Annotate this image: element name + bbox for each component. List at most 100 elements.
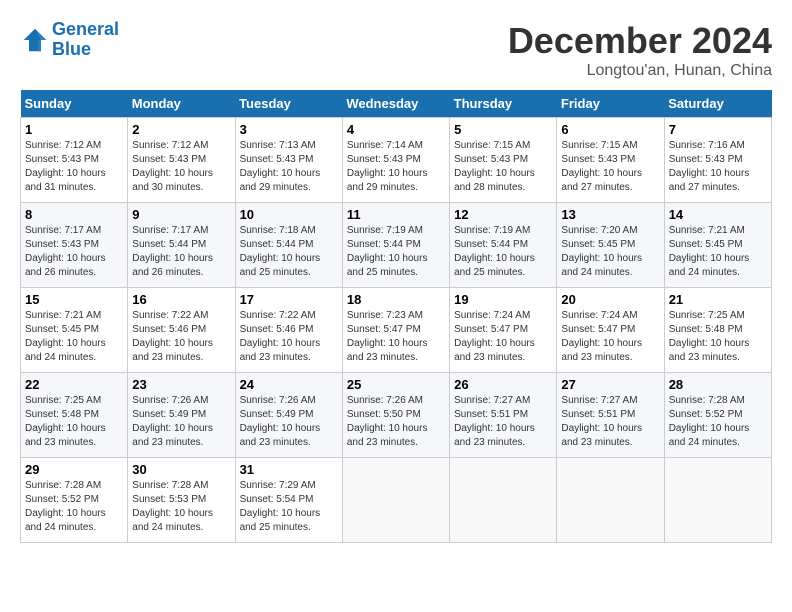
calendar-header-row: SundayMondayTuesdayWednesdayThursdayFrid… bbox=[21, 90, 772, 118]
day-info: Sunrise: 7:19 AM Sunset: 5:44 PM Dayligh… bbox=[347, 224, 445, 280]
day-info: Sunrise: 7:19 AM Sunset: 5:44 PM Dayligh… bbox=[454, 224, 552, 280]
daylight-minutes: and 29 minutes. bbox=[240, 182, 311, 193]
weekday-header: Wednesday bbox=[342, 90, 449, 118]
daylight-label: Daylight: 10 hours bbox=[454, 168, 535, 179]
daylight-minutes: and 23 minutes. bbox=[240, 437, 311, 448]
daylight-minutes: and 23 minutes. bbox=[132, 437, 203, 448]
daylight-minutes: and 23 minutes. bbox=[454, 437, 525, 448]
sunset-label: Sunset: 5:43 PM bbox=[132, 154, 206, 165]
calendar-week-row: 1 Sunrise: 7:12 AM Sunset: 5:43 PM Dayli… bbox=[21, 118, 772, 203]
day-info: Sunrise: 7:23 AM Sunset: 5:47 PM Dayligh… bbox=[347, 309, 445, 365]
sunset-label: Sunset: 5:45 PM bbox=[561, 239, 635, 250]
calendar-cell: 17 Sunrise: 7:22 AM Sunset: 5:46 PM Dayl… bbox=[235, 288, 342, 373]
day-info: Sunrise: 7:21 AM Sunset: 5:45 PM Dayligh… bbox=[25, 309, 123, 365]
calendar-cell: 2 Sunrise: 7:12 AM Sunset: 5:43 PM Dayli… bbox=[128, 118, 235, 203]
sunset-label: Sunset: 5:46 PM bbox=[132, 324, 206, 335]
sunset-label: Sunset: 5:44 PM bbox=[454, 239, 528, 250]
day-number: 10 bbox=[240, 207, 338, 222]
sunset-label: Sunset: 5:51 PM bbox=[454, 409, 528, 420]
daylight-label: Daylight: 10 hours bbox=[561, 168, 642, 179]
calendar-cell: 19 Sunrise: 7:24 AM Sunset: 5:47 PM Dayl… bbox=[450, 288, 557, 373]
daylight-label: Daylight: 10 hours bbox=[25, 423, 106, 434]
page-header: General Blue December 2024 Longtou'an, H… bbox=[20, 20, 772, 80]
daylight-label: Daylight: 10 hours bbox=[669, 253, 750, 264]
daylight-minutes: and 25 minutes. bbox=[347, 267, 418, 278]
day-info: Sunrise: 7:17 AM Sunset: 5:43 PM Dayligh… bbox=[25, 224, 123, 280]
day-number: 21 bbox=[669, 292, 767, 307]
sunrise-label: Sunrise: 7:17 AM bbox=[25, 225, 101, 236]
logo-line2: Blue bbox=[52, 39, 91, 59]
day-info: Sunrise: 7:18 AM Sunset: 5:44 PM Dayligh… bbox=[240, 224, 338, 280]
sunrise-label: Sunrise: 7:26 AM bbox=[132, 395, 208, 406]
sunset-label: Sunset: 5:53 PM bbox=[132, 494, 206, 505]
daylight-label: Daylight: 10 hours bbox=[240, 508, 321, 519]
day-number: 5 bbox=[454, 122, 552, 137]
day-info: Sunrise: 7:27 AM Sunset: 5:51 PM Dayligh… bbox=[454, 394, 552, 450]
calendar-cell: 1 Sunrise: 7:12 AM Sunset: 5:43 PM Dayli… bbox=[21, 118, 128, 203]
daylight-label: Daylight: 10 hours bbox=[669, 168, 750, 179]
day-number: 24 bbox=[240, 377, 338, 392]
daylight-minutes: and 27 minutes. bbox=[561, 182, 632, 193]
calendar-cell: 12 Sunrise: 7:19 AM Sunset: 5:44 PM Dayl… bbox=[450, 203, 557, 288]
day-number: 29 bbox=[25, 462, 123, 477]
sunrise-label: Sunrise: 7:27 AM bbox=[454, 395, 530, 406]
sunset-label: Sunset: 5:47 PM bbox=[347, 324, 421, 335]
day-number: 30 bbox=[132, 462, 230, 477]
daylight-minutes: and 31 minutes. bbox=[25, 182, 96, 193]
daylight-label: Daylight: 10 hours bbox=[25, 168, 106, 179]
daylight-label: Daylight: 10 hours bbox=[132, 338, 213, 349]
day-info: Sunrise: 7:24 AM Sunset: 5:47 PM Dayligh… bbox=[561, 309, 659, 365]
sunset-label: Sunset: 5:44 PM bbox=[240, 239, 314, 250]
day-number: 13 bbox=[561, 207, 659, 222]
daylight-minutes: and 24 minutes. bbox=[669, 437, 740, 448]
sunset-label: Sunset: 5:43 PM bbox=[25, 239, 99, 250]
calendar-table: SundayMondayTuesdayWednesdayThursdayFrid… bbox=[20, 90, 772, 543]
day-info: Sunrise: 7:22 AM Sunset: 5:46 PM Dayligh… bbox=[132, 309, 230, 365]
title-area: December 2024 Longtou'an, Hunan, China bbox=[508, 20, 772, 80]
daylight-label: Daylight: 10 hours bbox=[669, 338, 750, 349]
weekday-header: Monday bbox=[128, 90, 235, 118]
daylight-minutes: and 23 minutes. bbox=[561, 437, 632, 448]
calendar-cell bbox=[450, 458, 557, 543]
day-number: 26 bbox=[454, 377, 552, 392]
calendar-cell: 26 Sunrise: 7:27 AM Sunset: 5:51 PM Dayl… bbox=[450, 373, 557, 458]
daylight-minutes: and 23 minutes. bbox=[25, 437, 96, 448]
weekday-header: Friday bbox=[557, 90, 664, 118]
calendar-cell: 14 Sunrise: 7:21 AM Sunset: 5:45 PM Dayl… bbox=[664, 203, 771, 288]
sunset-label: Sunset: 5:43 PM bbox=[240, 154, 314, 165]
sunrise-label: Sunrise: 7:15 AM bbox=[561, 140, 637, 151]
day-info: Sunrise: 7:15 AM Sunset: 5:43 PM Dayligh… bbox=[561, 139, 659, 195]
calendar-cell: 10 Sunrise: 7:18 AM Sunset: 5:44 PM Dayl… bbox=[235, 203, 342, 288]
sunrise-label: Sunrise: 7:26 AM bbox=[347, 395, 423, 406]
sunset-label: Sunset: 5:48 PM bbox=[669, 324, 743, 335]
day-number: 3 bbox=[240, 122, 338, 137]
day-info: Sunrise: 7:28 AM Sunset: 5:53 PM Dayligh… bbox=[132, 479, 230, 535]
calendar-week-row: 22 Sunrise: 7:25 AM Sunset: 5:48 PM Dayl… bbox=[21, 373, 772, 458]
sunrise-label: Sunrise: 7:21 AM bbox=[669, 225, 745, 236]
daylight-label: Daylight: 10 hours bbox=[132, 508, 213, 519]
day-number: 22 bbox=[25, 377, 123, 392]
day-number: 19 bbox=[454, 292, 552, 307]
sunrise-label: Sunrise: 7:19 AM bbox=[347, 225, 423, 236]
calendar-cell bbox=[342, 458, 449, 543]
weekday-header: Saturday bbox=[664, 90, 771, 118]
day-info: Sunrise: 7:20 AM Sunset: 5:45 PM Dayligh… bbox=[561, 224, 659, 280]
day-number: 11 bbox=[347, 207, 445, 222]
day-info: Sunrise: 7:28 AM Sunset: 5:52 PM Dayligh… bbox=[669, 394, 767, 450]
calendar-cell bbox=[664, 458, 771, 543]
sunrise-label: Sunrise: 7:19 AM bbox=[454, 225, 530, 236]
sunrise-label: Sunrise: 7:17 AM bbox=[132, 225, 208, 236]
calendar-cell: 27 Sunrise: 7:27 AM Sunset: 5:51 PM Dayl… bbox=[557, 373, 664, 458]
sunset-label: Sunset: 5:49 PM bbox=[132, 409, 206, 420]
daylight-minutes: and 24 minutes. bbox=[669, 267, 740, 278]
day-info: Sunrise: 7:26 AM Sunset: 5:50 PM Dayligh… bbox=[347, 394, 445, 450]
sunset-label: Sunset: 5:51 PM bbox=[561, 409, 635, 420]
day-info: Sunrise: 7:14 AM Sunset: 5:43 PM Dayligh… bbox=[347, 139, 445, 195]
calendar-cell: 25 Sunrise: 7:26 AM Sunset: 5:50 PM Dayl… bbox=[342, 373, 449, 458]
day-info: Sunrise: 7:21 AM Sunset: 5:45 PM Dayligh… bbox=[669, 224, 767, 280]
day-number: 25 bbox=[347, 377, 445, 392]
sunrise-label: Sunrise: 7:28 AM bbox=[669, 395, 745, 406]
sunrise-label: Sunrise: 7:13 AM bbox=[240, 140, 316, 151]
weekday-header: Thursday bbox=[450, 90, 557, 118]
calendar-cell: 20 Sunrise: 7:24 AM Sunset: 5:47 PM Dayl… bbox=[557, 288, 664, 373]
